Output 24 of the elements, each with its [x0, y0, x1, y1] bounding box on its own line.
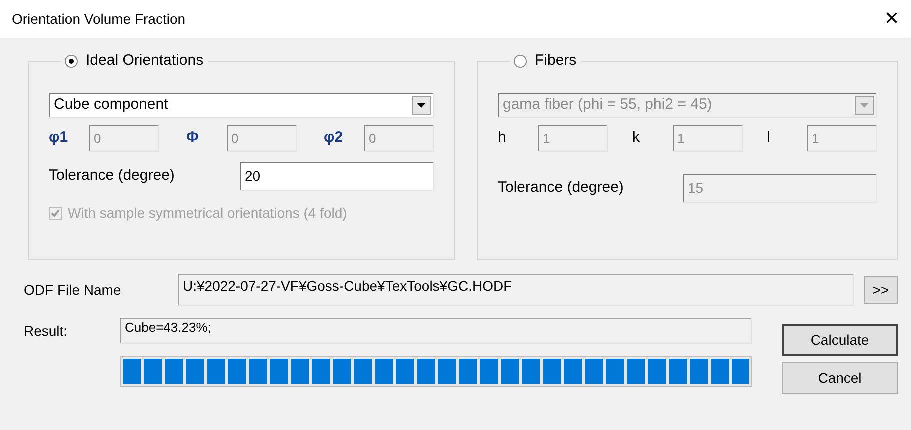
odf-label: ODF File Name	[24, 280, 122, 300]
close-button[interactable]: ×	[880, 7, 903, 31]
input-field[interactable]: 0	[364, 124, 434, 152]
radio-label[interactable]: Ideal Orientations	[86, 50, 204, 72]
input-field[interactable]: 0	[226, 124, 296, 152]
tolerance-label: Tolerance (degree)	[498, 178, 624, 198]
browse-button[interactable]: >>	[864, 276, 898, 304]
input-field[interactable]: 20	[240, 162, 434, 190]
file-path-field: U:¥2022-07-27-VF¥Goss-Cube¥TexTools¥GC.HODF	[178, 274, 854, 306]
dialog-button[interactable]: Calculate	[782, 324, 898, 356]
result-field: Cube=43.23%;	[120, 318, 752, 344]
field-label: Φ	[186, 128, 200, 148]
dropdown[interactable]: Cube component	[49, 92, 434, 118]
field-label: φ2	[324, 128, 344, 148]
window-title: Orientation Volume Fraction	[12, 10, 186, 28]
dialog-button[interactable]: Cancel	[782, 362, 898, 394]
field-label: l	[767, 128, 772, 148]
field-label: k	[632, 128, 641, 148]
result-label: Result:	[24, 322, 69, 340]
tolerance-label: Tolerance (degree)	[49, 166, 175, 186]
input-field[interactable]: 0	[89, 124, 159, 152]
radio-button[interactable]	[65, 54, 78, 68]
field-label: φ1	[49, 128, 70, 148]
field-label: h	[498, 128, 508, 148]
